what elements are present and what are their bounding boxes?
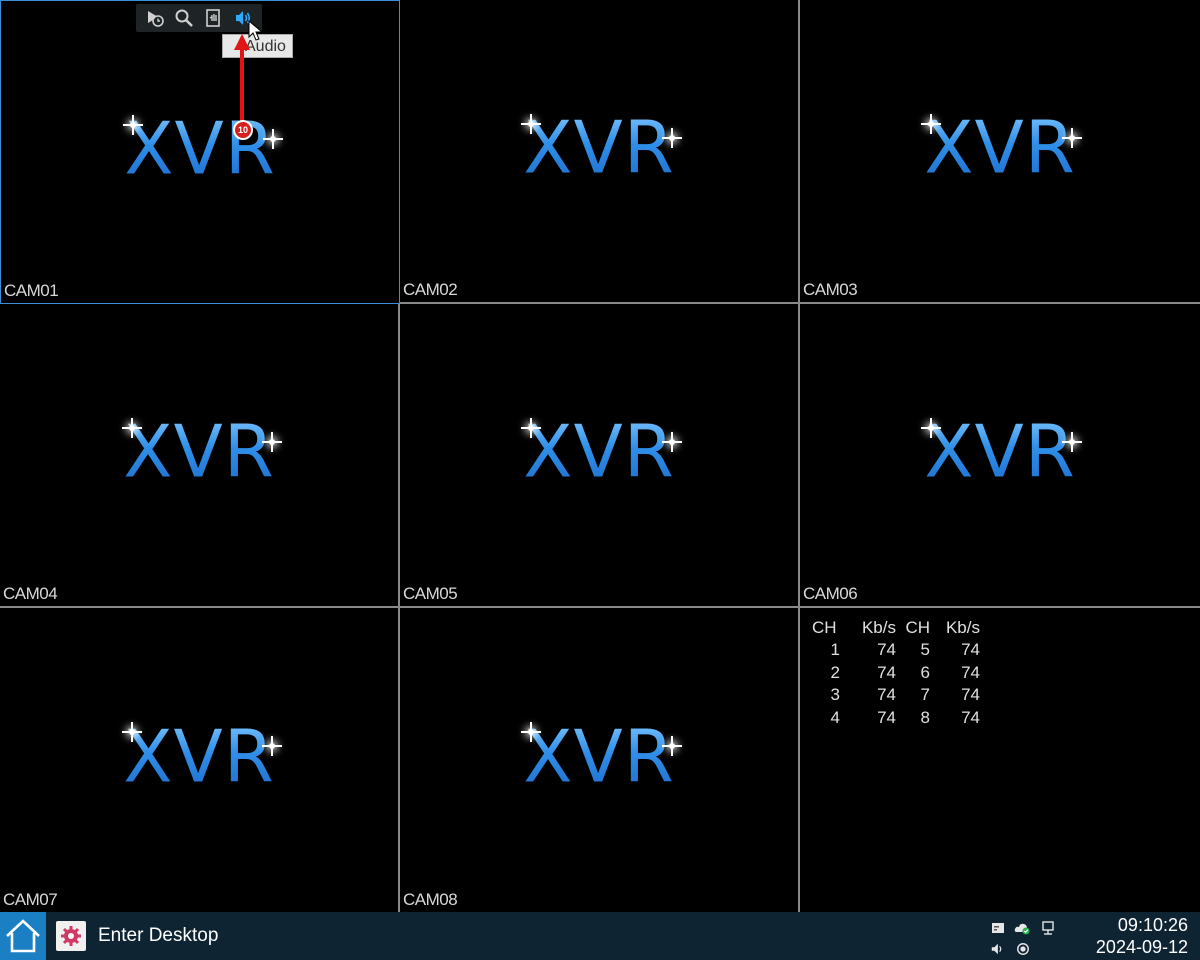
stats-header-kbs: Kb/s bbox=[945, 617, 980, 637]
sparkle-icon bbox=[521, 114, 541, 134]
annotation-arrow bbox=[234, 34, 250, 122]
stats-cell: 7 bbox=[920, 685, 930, 705]
record-status-icon[interactable] bbox=[1016, 942, 1030, 956]
camera-label: CAM02 bbox=[403, 280, 458, 299]
settings-gear-icon bbox=[61, 926, 81, 946]
xvr-logo: XVR bbox=[124, 106, 276, 191]
enter-desktop-button[interactable] bbox=[56, 921, 86, 951]
record-button[interactable] bbox=[202, 6, 226, 30]
bitrate-stats: CH Kb/s CH Kb/s 1 74 5 74 2 74 6 74 3 74… bbox=[812, 616, 980, 729]
sparkle-icon bbox=[1062, 432, 1082, 452]
home-icon bbox=[6, 919, 40, 953]
xvr-logo: XVR bbox=[123, 714, 275, 799]
stats-cell: 1 bbox=[830, 640, 840, 660]
table-row: 4 74 8 74 bbox=[812, 707, 980, 730]
playback-button[interactable] bbox=[143, 6, 167, 30]
step-badge: 10 bbox=[233, 120, 253, 140]
camera-cell-5[interactable]: XVR CAM05 bbox=[400, 304, 800, 608]
camera-label: CAM05 bbox=[403, 584, 458, 603]
camera-label: CAM08 bbox=[403, 890, 458, 909]
zoom-button[interactable] bbox=[172, 6, 196, 30]
camera-cell-1[interactable]: XVR CAM01 bbox=[0, 0, 400, 304]
playback-icon bbox=[147, 11, 164, 27]
stats-cell: 2 bbox=[830, 662, 840, 682]
sparkle-icon bbox=[122, 722, 142, 742]
record-icon bbox=[205, 9, 220, 27]
stats-cell: 8 bbox=[920, 707, 930, 727]
sparkle-icon bbox=[521, 418, 541, 438]
channel-toolbar bbox=[136, 4, 262, 32]
stats-cell: 74 bbox=[961, 707, 980, 727]
stats-cell: 74 bbox=[877, 640, 896, 660]
sparkle-icon bbox=[521, 722, 541, 742]
sparkle-icon bbox=[263, 129, 283, 149]
stats-cell: 3 bbox=[830, 685, 840, 705]
xvr-logo: XVR bbox=[523, 409, 675, 494]
stats-header-ch: CH bbox=[812, 617, 837, 637]
table-row: 1 74 5 74 bbox=[812, 639, 980, 662]
sparkle-icon bbox=[262, 432, 282, 452]
system-tray bbox=[988, 916, 1058, 956]
sparkle-icon bbox=[921, 114, 941, 134]
camera-cell-7[interactable]: XVR CAM07 bbox=[0, 608, 400, 912]
cloud-status-icon[interactable] bbox=[1014, 920, 1030, 936]
clock-time: 09:10:26 bbox=[1117, 915, 1188, 935]
mouse-cursor-icon bbox=[248, 20, 264, 41]
volume-icon[interactable] bbox=[990, 942, 1004, 956]
hdd-status-icon[interactable] bbox=[990, 920, 1006, 936]
sparkle-icon bbox=[662, 432, 682, 452]
camera-label: CAM01 bbox=[4, 281, 59, 300]
camera-label: CAM04 bbox=[3, 584, 58, 603]
camera-cell-4[interactable]: XVR CAM04 bbox=[0, 304, 400, 608]
enter-desktop-label[interactable]: Enter Desktop bbox=[98, 925, 218, 947]
xvr-logo: XVR bbox=[123, 409, 275, 494]
xvr-logo: XVR bbox=[523, 105, 675, 190]
xvr-logo: XVR bbox=[523, 714, 675, 799]
camera-cell-3[interactable]: XVR CAM03 bbox=[800, 0, 1200, 304]
xvr-logo: XVR bbox=[924, 105, 1076, 190]
camera-label: CAM07 bbox=[3, 890, 58, 909]
stats-cell: 5 bbox=[920, 640, 930, 660]
stats-cell: 74 bbox=[961, 685, 980, 705]
stats-header-kbs: Kb/s bbox=[861, 617, 896, 637]
clock-date: 2024-09-12 bbox=[1095, 937, 1188, 957]
stats-cell: 74 bbox=[961, 662, 980, 682]
sparkle-icon bbox=[662, 736, 682, 756]
stats-cell: 74 bbox=[961, 640, 980, 660]
stats-cell: 74 bbox=[877, 662, 896, 682]
camera-grid: XVR CAM01 XVR CAM02 XVR CAM03 XVR CAM04 … bbox=[0, 0, 1200, 912]
sparkle-icon bbox=[123, 115, 143, 135]
camera-cell-8[interactable]: XVR CAM08 bbox=[400, 608, 800, 912]
stats-cell: 74 bbox=[877, 685, 896, 705]
taskbar: Enter Desktop 09:10:26 2024-09-12 bbox=[0, 912, 1200, 960]
camera-cell-6[interactable]: XVR CAM06 bbox=[800, 304, 1200, 608]
camera-label: CAM03 bbox=[803, 280, 858, 299]
clock: 09:10:26 2024-09-12 bbox=[1096, 914, 1188, 958]
sparkle-icon bbox=[921, 418, 941, 438]
stats-cell: 4 bbox=[830, 707, 840, 727]
sparkle-icon bbox=[122, 418, 142, 438]
table-row: 2 74 6 74 bbox=[812, 662, 980, 685]
stats-cell: 74 bbox=[877, 707, 896, 727]
sparkle-icon bbox=[662, 128, 682, 148]
camera-cell-2[interactable]: XVR CAM02 bbox=[400, 0, 800, 304]
network-status-icon[interactable] bbox=[1040, 920, 1056, 936]
camera-label: CAM06 bbox=[803, 584, 858, 603]
sparkle-icon bbox=[1062, 128, 1082, 148]
sparkle-icon bbox=[262, 736, 282, 756]
stats-header-ch: CH bbox=[905, 617, 930, 637]
stats-cell: 6 bbox=[920, 662, 930, 682]
table-row: 3 74 7 74 bbox=[812, 684, 980, 707]
home-button[interactable] bbox=[0, 912, 46, 960]
zoom-icon bbox=[175, 9, 194, 27]
xvr-logo: XVR bbox=[924, 409, 1076, 494]
